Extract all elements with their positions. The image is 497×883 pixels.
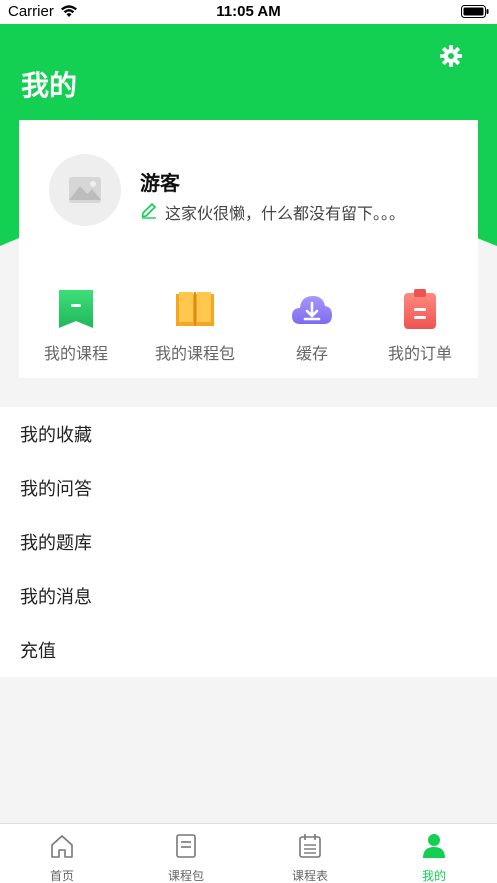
bookmark-icon — [59, 290, 93, 328]
status-bar: Carrier 11:05 AM — [0, 0, 497, 24]
username: 游客 — [140, 171, 180, 195]
menu-item-recharge[interactable]: 充值 — [0, 623, 497, 677]
tab-label: 首页 — [49, 869, 74, 883]
menu-item-label: 我的问答 — [20, 479, 92, 500]
avatar[interactable] — [49, 154, 121, 226]
my-course-packages-label: 我的课程包 — [154, 344, 235, 363]
menu-item-label: 我的消息 — [20, 587, 92, 608]
page-title: 我的 — [21, 69, 78, 102]
status-time: 11:05 AM — [216, 3, 281, 20]
pencil-icon[interactable] — [140, 201, 158, 219]
cloud-download-icon — [292, 296, 332, 324]
book-icon — [176, 292, 214, 326]
menu-item-question-bank[interactable]: 我的题库 — [0, 515, 497, 569]
menu-list: 我的收藏 我的问答 我的题库 我的消息 充值 — [0, 407, 497, 677]
tab-course-packages[interactable]: 课程包 — [124, 824, 248, 883]
my-courses-button[interactable]: 我的课程 — [19, 288, 133, 364]
profile-card: 游客 这家伙很懒，什么都没有留下。。。 我的课程 我的课程包 缓存 我的订单 — [19, 120, 478, 378]
tab-label: 课程表 — [291, 869, 328, 883]
menu-item-qa[interactable]: 我的问答 — [0, 461, 497, 515]
menu-item-label: 充值 — [20, 641, 56, 662]
signature-text: 这家伙很懒，什么都没有留下。。。 — [165, 204, 406, 223]
tab-schedule[interactable]: 课程表 — [248, 824, 372, 883]
my-courses-label: 我的课程 — [43, 344, 108, 363]
cache-label: 缓存 — [295, 344, 328, 363]
menu-item-messages[interactable]: 我的消息 — [0, 569, 497, 623]
my-orders-button[interactable]: 我的订单 — [363, 288, 477, 364]
tab-label: 课程包 — [167, 869, 204, 883]
my-orders-label: 我的订单 — [387, 344, 452, 363]
tab-label: 我的 — [421, 869, 446, 883]
calendar-icon — [299, 834, 321, 858]
my-course-packages-button[interactable]: 我的课程包 — [138, 288, 252, 364]
image-placeholder-icon — [69, 177, 101, 203]
battery-icon — [461, 5, 489, 18]
tab-bar: 首页 课程包 课程表 我的 — [0, 823, 497, 883]
home-icon — [51, 835, 73, 858]
gear-icon[interactable] — [439, 44, 463, 68]
menu-item-label: 我的收藏 — [20, 425, 92, 446]
user-icon — [423, 834, 445, 858]
menu-item-favorites[interactable]: 我的收藏 — [0, 407, 497, 461]
clipboard-icon — [404, 289, 436, 329]
tab-home[interactable]: 首页 — [0, 824, 124, 883]
cache-button[interactable]: 缓存 — [255, 288, 369, 364]
menu-item-label: 我的题库 — [20, 533, 92, 554]
tab-mine[interactable]: 我的 — [372, 824, 496, 883]
book-icon — [176, 834, 196, 858]
